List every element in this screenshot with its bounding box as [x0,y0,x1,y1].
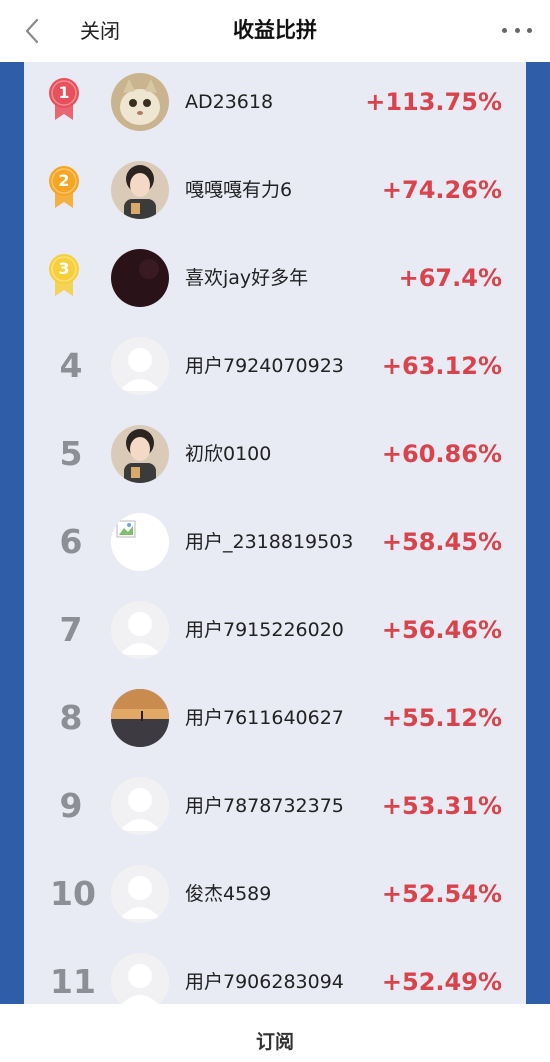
close-button[interactable]: 关闭 [80,18,120,44]
avatar[interactable] [111,689,169,747]
user-name: 用户7611640627 [185,707,344,729]
ranking-row[interactable]: 7 用户7915226020 +56.46% [24,590,526,678]
gain-percentage: +55.12% [381,704,502,732]
rank-number: 11 [50,962,96,1001]
avatar[interactable] [111,425,169,483]
avatar[interactable] [111,601,169,659]
ranking-row[interactable]: 2 嘎嘎嘎有力6 +74.26% [24,150,526,238]
user-name: 用户7906283094 [185,971,344,993]
gain-percentage: +56.46% [381,616,502,644]
gain-percentage: +67.4% [398,264,502,292]
gain-percentage: +52.49% [381,968,502,996]
ranking-row[interactable]: 10 俊杰4589 +52.54% [24,854,526,942]
user-name: 用户7878732375 [185,795,344,817]
gain-percentage: +63.12% [381,352,502,380]
rank-number: 1 [58,83,70,102]
top-navigation-bar: 关闭 收益比拼 [0,0,550,62]
leaderboard-panel[interactable]: 1 AD23618 +113.75% 2 嘎嘎嘎有力6 +74.26% 3 喜欢jay好多年 +… [24,62,526,1004]
ranking-row[interactable]: 11 用户7906283094 +52.49% [24,942,526,1004]
rank-number: 10 [50,874,96,913]
gain-percentage: +52.54% [381,880,502,908]
rank-medal-icon: 3 [46,252,82,300]
avatar[interactable] [111,953,169,1004]
rank-number: 7 [59,610,83,649]
ranking-row[interactable]: 8 用户7611640627 +55.12% [24,678,526,766]
ranking-row[interactable]: 5 初欣0100 +60.86% [24,414,526,502]
subscribe-button[interactable]: 订阅 [256,1027,294,1054]
user-name: 初欣0100 [185,443,272,465]
rank-medal-icon: 1 [46,76,82,124]
rank-number: 5 [59,434,83,473]
avatar[interactable] [111,249,169,307]
user-name: AD23618 [185,91,274,113]
rank-number: 9 [59,786,83,825]
more-dot-icon [514,27,520,33]
user-name: 用户7915226020 [185,619,344,641]
user-name: 嘎嘎嘎有力6 [185,179,293,201]
avatar[interactable] [111,73,169,131]
gain-percentage: +53.31% [381,792,502,820]
avatar[interactable] [111,337,169,395]
back-button[interactable] [14,14,50,48]
user-name: 用户_2318819503 [185,531,354,553]
gain-percentage: +74.26% [381,176,502,204]
user-name: 喜欢jay好多年 [185,267,309,289]
rank-number: 4 [59,346,83,385]
gain-percentage: +60.86% [381,440,502,468]
rank-medal-icon: 2 [46,164,82,212]
avatar[interactable] [111,777,169,835]
more-dot-icon [502,27,507,33]
avatar[interactable] [111,865,169,923]
gain-percentage: +58.45% [381,528,502,556]
more-options-button[interactable] [502,18,532,42]
avatar[interactable] [111,161,169,219]
rank-number: 2 [58,171,70,190]
rank-number: 6 [59,522,83,561]
avatar[interactable] [111,513,169,571]
ranking-list: 1 AD23618 +113.75% 2 嘎嘎嘎有力6 +74.26% 3 喜欢jay好多年 +… [24,62,526,1004]
rank-number: 8 [59,698,83,737]
rank-number: 3 [58,259,70,278]
user-name: 用户7924070923 [185,355,344,377]
ranking-row[interactable]: 1 AD23618 +113.75% [24,62,526,150]
more-dot-icon [527,27,532,33]
ranking-row[interactable]: 6 用户_2318819503 +58.45% [24,502,526,590]
bottom-bar: 订阅 [0,1004,550,1062]
gain-percentage: +113.75% [365,88,502,116]
ranking-row[interactable]: 3 喜欢jay好多年 +67.4% [24,238,526,326]
ranking-row[interactable]: 4 用户7924070923 +63.12% [24,326,526,414]
user-name: 俊杰4589 [185,883,272,905]
ranking-row[interactable]: 9 用户7878732375 +53.31% [24,766,526,854]
chevron-left-icon [25,18,39,44]
